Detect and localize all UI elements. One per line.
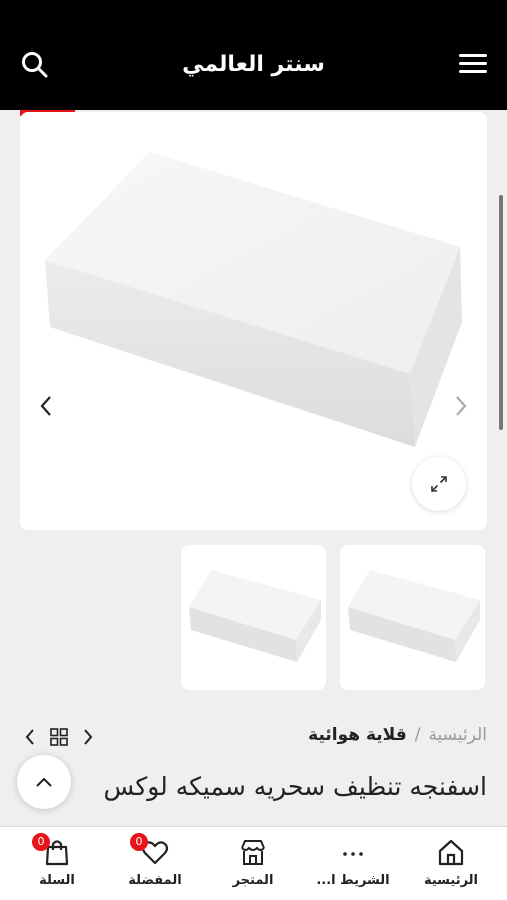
thumbnail-1[interactable]	[340, 545, 485, 690]
nav-item-more[interactable]: الشريط ا...	[308, 837, 398, 888]
app-header: سنتر العالمي	[0, 0, 507, 110]
hamburger-icon[interactable]	[459, 54, 487, 78]
cart-icon: 0	[12, 833, 102, 867]
wishlist-count-badge: 0	[130, 833, 148, 851]
nav-item-store[interactable]: المتجر	[208, 837, 298, 888]
bottom-navigation: الرئيسية الشريط ا... المتجر 0 المفضلة 0 …	[0, 826, 507, 900]
nav-label-store: المتجر	[232, 873, 274, 888]
breadcrumb: الرئيسية / قلاية هوائية	[308, 725, 487, 745]
nav-label-home: الرئيسية	[423, 873, 479, 888]
chevron-left-icon[interactable]	[38, 394, 54, 422]
scroll-top-button[interactable]	[17, 755, 71, 809]
nav-item-cart[interactable]: 0 السلة	[12, 833, 102, 888]
chevron-up-icon	[36, 777, 52, 787]
product-navigation	[24, 728, 94, 750]
breadcrumb-home[interactable]: الرئيسية	[428, 725, 487, 745]
store-icon	[208, 837, 298, 867]
nav-label-more: الشريط ا...	[316, 873, 390, 888]
product-title: اسفنجه تنظيف سحريه سميكه لوكس	[103, 772, 487, 801]
thumbnail-2[interactable]	[181, 545, 326, 690]
breadcrumb-separator: /	[414, 725, 421, 745]
chevron-right-icon[interactable]	[453, 394, 469, 422]
scrollbar[interactable]	[499, 195, 503, 430]
grid-icon[interactable]	[50, 728, 68, 750]
nav-item-home[interactable]: الرئيسية	[406, 837, 496, 888]
cart-count-badge: 0	[32, 833, 50, 851]
site-title[interactable]: سنتر العالمي	[0, 52, 507, 77]
next-product-icon[interactable]	[82, 728, 94, 750]
expand-icon[interactable]	[412, 457, 466, 511]
nav-item-wishlist[interactable]: 0 المفضلة	[110, 833, 200, 888]
nav-label-cart: السلة	[39, 873, 75, 888]
prev-product-icon[interactable]	[24, 728, 36, 750]
breadcrumb-category[interactable]: قلاية هوائية	[308, 725, 407, 745]
heart-icon: 0	[110, 833, 200, 867]
more-icon	[308, 837, 398, 867]
home-icon	[406, 837, 496, 867]
nav-label-wishlist: المفضلة	[128, 873, 182, 888]
